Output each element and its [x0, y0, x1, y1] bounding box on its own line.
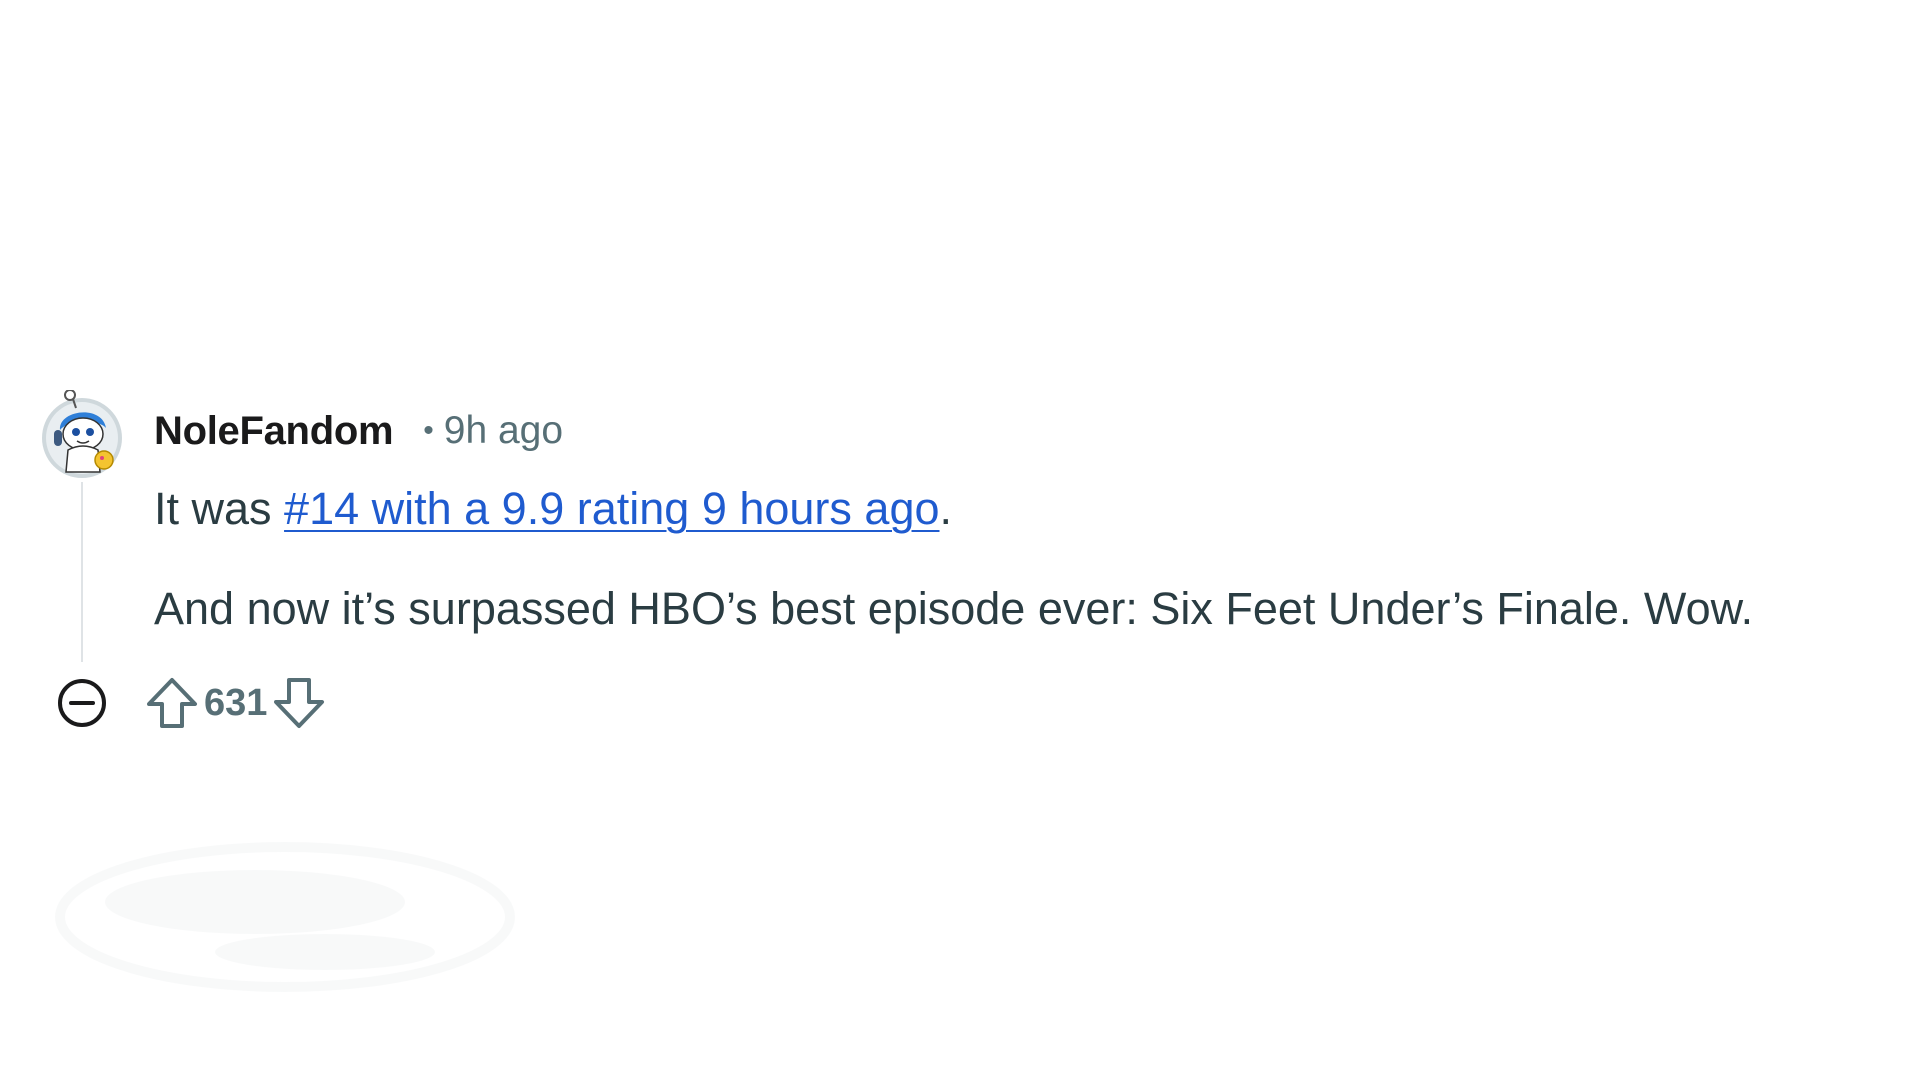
rating-link[interactable]: #14 with a 9.9 rating 9 hours ago [284, 483, 939, 534]
vote-score: 631 [204, 681, 268, 724]
text-segment: . [939, 483, 953, 534]
meta-separator: • [423, 414, 434, 447]
downvote-arrow-icon [274, 678, 325, 728]
comment: NoleFandom • 9h ago It was #14 with a 9.… [40, 389, 1880, 760]
comment-meta: NoleFandom • 9h ago [154, 405, 563, 457]
timestamp[interactable]: 9h ago [444, 409, 563, 453]
comment-body: It was #14 with a 9.9 rating 9 hours ago… [154, 480, 1914, 638]
collapse-button[interactable] [52, 673, 112, 733]
collapse-minus-icon [58, 679, 106, 727]
upvote-arrow-icon [147, 678, 197, 728]
author-name[interactable]: NoleFandom [154, 409, 394, 454]
watermark-logo [55, 842, 515, 992]
upvote-button[interactable] [142, 673, 202, 733]
text-segment: It was [154, 483, 285, 534]
downvote-button[interactable] [269, 673, 329, 733]
comment-actions: 631 [40, 673, 329, 733]
vote-controls: 631 [142, 673, 329, 733]
snoo-avatar-icon [42, 389, 122, 478]
thread-line[interactable] [81, 482, 83, 662]
comment-paragraph: And now it’s surpassed HBO’s best episod… [154, 583, 1754, 634]
avatar[interactable] [40, 389, 124, 478]
comment-paragraph: It was #14 with a 9.9 rating 9 hours ago… [154, 480, 1914, 538]
